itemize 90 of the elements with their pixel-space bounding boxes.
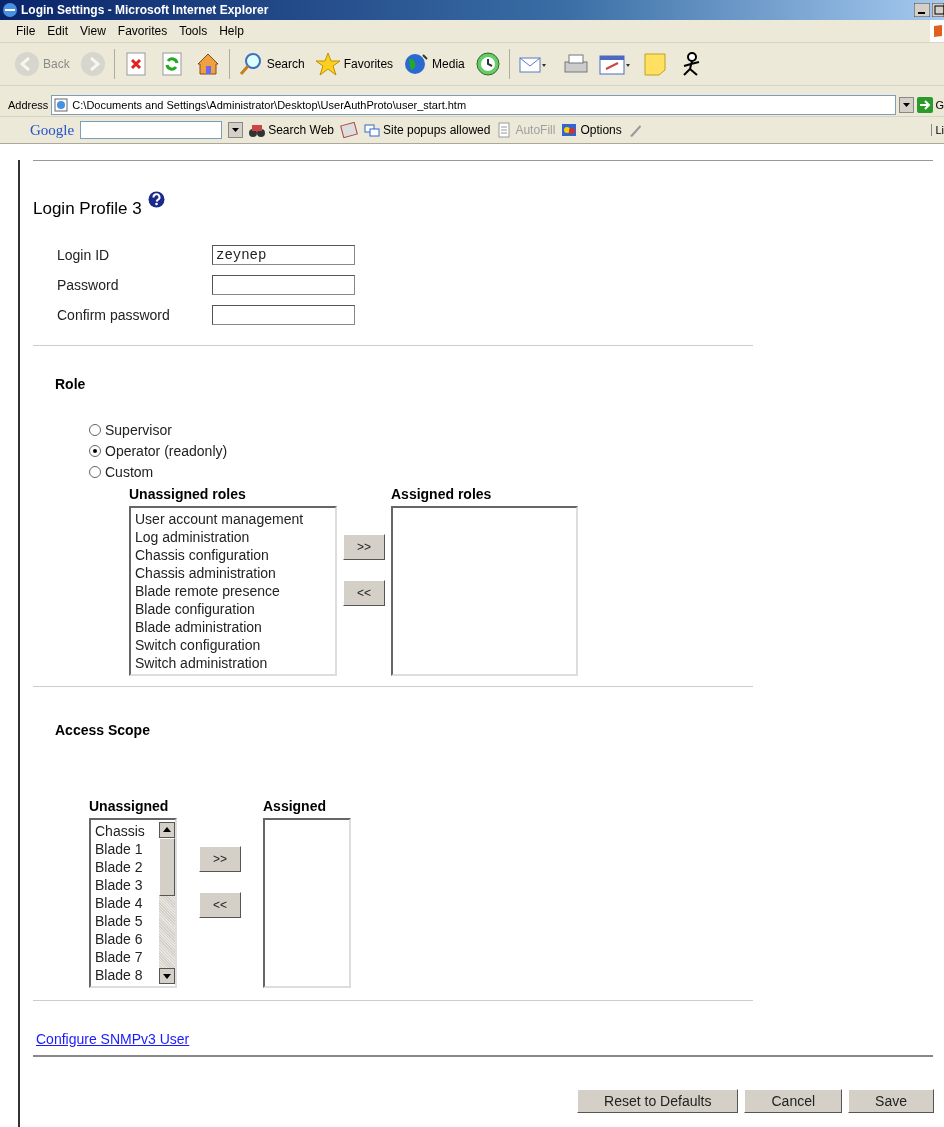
list-item[interactable]: User account management [135, 510, 331, 528]
list-item[interactable]: Blade 7 [95, 948, 159, 966]
news-icon[interactable] [340, 122, 358, 138]
list-item[interactable]: Switch administration [135, 654, 331, 672]
list-item[interactable]: Blade 1 [95, 840, 159, 858]
remove-button[interactable]: << [343, 580, 385, 606]
clock-icon [474, 51, 501, 77]
list-heading: Unassigned [89, 798, 170, 814]
list-item[interactable]: Blade remote presence [135, 582, 331, 600]
list-box[interactable] [391, 506, 578, 676]
windows-icon [364, 122, 380, 138]
options-icon [561, 122, 578, 138]
radio-option[interactable]: Operator (readonly) [89, 443, 944, 459]
field-label: Password [57, 276, 120, 295]
scroll-up-icon[interactable] [159, 822, 175, 838]
list-heading: Assigned roles [391, 486, 493, 502]
dropdown-icon[interactable] [899, 97, 915, 113]
scroll-down-icon[interactable] [159, 968, 175, 984]
list-item[interactable]: Switch configuration [135, 636, 331, 654]
sticky-note-icon [641, 51, 668, 77]
list-item[interactable]: Chassis [95, 822, 159, 840]
radio-button[interactable] [89, 466, 101, 478]
radio-option[interactable]: Supervisor [89, 422, 944, 438]
scroll-thumb[interactable] [159, 838, 175, 896]
radio-button[interactable] [89, 445, 101, 457]
action-button[interactable]: Reset to Defaults [577, 1089, 739, 1113]
input-field[interactable] [212, 305, 355, 325]
list-item[interactable]: Blade 4 [95, 894, 159, 912]
list-item[interactable]: Blade administration [135, 618, 331, 636]
menu-item[interactable]: View [74, 22, 112, 40]
maximize-icon[interactable] [932, 3, 944, 17]
list-item[interactable]: Chassis configuration [135, 546, 331, 564]
list-item[interactable]: Blade configuration [135, 600, 331, 618]
add-button[interactable]: >> [343, 534, 385, 560]
menu-item[interactable]: Favorites [111, 22, 174, 40]
links-label[interactable]: Li [931, 124, 944, 136]
action-button[interactable]: Cancel [744, 1089, 843, 1113]
list-heading: Assigned [263, 798, 327, 814]
address-field[interactable]: C:\Documents and Settings\Administrator\Desktop\UserAuthProto\user_start.htm [51, 95, 897, 115]
go-button[interactable]: G [917, 97, 944, 113]
list-item[interactable]: Blade 8 [95, 966, 159, 984]
page-title: Login Profile 3 [33, 199, 142, 219]
media-button[interactable]: Media [401, 49, 467, 79]
list-item[interactable]: Log administration [135, 528, 331, 546]
list-item[interactable]: Blade 3 [95, 876, 159, 894]
list-item[interactable]: Chassis administration [135, 564, 331, 582]
browser-logo-icon [2, 2, 18, 18]
field-label: Login ID [57, 246, 111, 265]
radio-option[interactable]: Custom [89, 464, 944, 480]
list-item[interactable]: Blade 6 [95, 930, 159, 948]
options-button[interactable]: Options [561, 122, 622, 138]
page-icon [54, 98, 69, 112]
favorites-button[interactable]: Favorites [312, 49, 396, 79]
google-logo[interactable]: Google [30, 121, 75, 139]
form-icon [496, 122, 513, 138]
menu-item[interactable]: File [10, 22, 42, 40]
minimize-icon[interactable] [914, 3, 930, 17]
list-item[interactable]: Blade 2 [95, 858, 159, 876]
remove-button[interactable]: << [199, 892, 241, 918]
star-icon [314, 51, 341, 77]
search-button[interactable]: Search [235, 49, 307, 79]
list-box[interactable] [263, 818, 351, 988]
field-label: Confirm password [57, 306, 171, 325]
scrollbar[interactable] [159, 822, 175, 984]
input-field[interactable]: zeynep [212, 245, 355, 265]
section-heading: Role [55, 376, 87, 392]
menu-item[interactable]: Edit [41, 22, 75, 40]
radio-button[interactable] [89, 424, 101, 436]
dropdown-icon[interactable] [228, 122, 244, 138]
list-item[interactable]: Blade 5 [95, 912, 159, 930]
binoculars-icon [249, 122, 266, 138]
globe-icon [403, 51, 430, 77]
help-icon[interactable] [147, 191, 165, 208]
address-label: Address [8, 99, 49, 111]
configure-link[interactable]: Configure SNMPv3 User [36, 1031, 190, 1047]
window-title: Login Settings - Microsoft Internet Explorer [21, 3, 269, 17]
list-heading: Unassigned roles [129, 486, 247, 502]
go-arrow-icon [917, 97, 934, 113]
add-button[interactable]: >> [199, 846, 241, 872]
search-web-button[interactable]: Search Web [249, 122, 334, 138]
menu-item[interactable]: Tools [173, 22, 214, 40]
list-box[interactable]: Chassis Blade 1 Blade 2 Blade 3 Blade 4 Blade 5 Blade 6 Blade 7 Blade 8 [89, 818, 177, 988]
search-icon [237, 51, 264, 77]
menu-item[interactable]: Help [213, 22, 250, 40]
action-button[interactable]: Save [848, 1089, 934, 1113]
section-heading: Access Scope [55, 722, 151, 738]
list-box[interactable]: User account management Log administration Chassis configuration Chassis administration Blade remote presence Blade configuration Blade administration Switch configuration Switch administration [129, 506, 337, 676]
google-search-field[interactable] [80, 121, 223, 139]
popup-blocker-button[interactable]: Site popups allowed [364, 122, 491, 138]
input-field[interactable] [212, 275, 355, 295]
